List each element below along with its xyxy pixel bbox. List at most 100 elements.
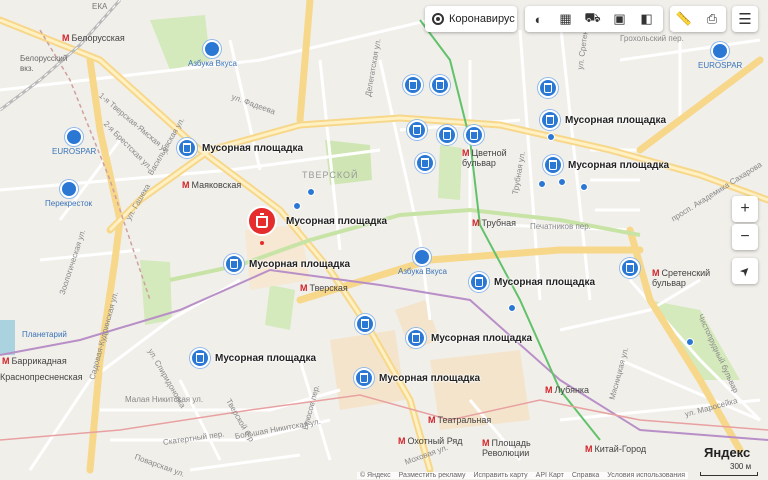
garbage-bin-icon bbox=[403, 75, 423, 95]
selected-garbage-site-label: Мусорная площадка bbox=[286, 216, 388, 227]
garbage-site-pin[interactable] bbox=[437, 125, 457, 145]
garbage-site-pin[interactable] bbox=[430, 75, 450, 95]
metro-tverskaya[interactable]: М Тверская bbox=[300, 283, 348, 293]
poi-dot[interactable] bbox=[293, 202, 301, 210]
panorama-icon[interactable]: ◧ bbox=[633, 6, 660, 32]
coronavirus-label: Коронавирус bbox=[449, 13, 515, 25]
metro-label: Театральная bbox=[437, 415, 492, 425]
tools-toolbar: 📏 ⎙ bbox=[670, 6, 726, 32]
garbage-bin-icon bbox=[540, 110, 560, 130]
poi-dot[interactable] bbox=[508, 304, 516, 312]
poi-dot[interactable] bbox=[538, 180, 546, 188]
menu-button[interactable]: ☰ bbox=[732, 6, 758, 32]
garbage-site-pin[interactable] bbox=[620, 258, 640, 278]
garbage-site-pin[interactable] bbox=[355, 314, 375, 334]
bus-icon[interactable]: ▣ bbox=[606, 6, 633, 32]
metro-icon: М bbox=[545, 385, 553, 395]
shop-azbuka-vkusa[interactable]: Азбука Вкуса bbox=[188, 40, 237, 68]
metro-tsvetnoy[interactable]: М Цветной бульвар bbox=[462, 148, 512, 168]
terms-link[interactable]: Условия использования bbox=[607, 472, 685, 479]
ruler-icon[interactable]: 📏 bbox=[670, 6, 698, 32]
garbage-bin-icon bbox=[543, 155, 563, 175]
garbage-site-pin[interactable] bbox=[464, 125, 484, 145]
map-canvas[interactable] bbox=[0, 0, 768, 480]
garbage-bin-icon bbox=[190, 348, 210, 368]
poi-dot[interactable] bbox=[307, 188, 315, 196]
garbage-site-pin[interactable]: Мусорная площадка bbox=[540, 110, 666, 130]
shop-icon bbox=[65, 128, 84, 146]
street-groholsky: Грохольский пер. bbox=[620, 34, 684, 43]
print-icon[interactable]: ⎙ bbox=[698, 6, 726, 32]
garbage-site-pin[interactable]: Мусорная площадка bbox=[190, 348, 316, 368]
selected-garbage-site-pin[interactable] bbox=[246, 205, 278, 252]
garbage-site-pin[interactable]: Мусорная площадка bbox=[224, 254, 350, 274]
garbage-site-pin[interactable]: Мусорная площадка bbox=[177, 138, 303, 158]
poi-dot[interactable] bbox=[547, 133, 555, 141]
garbage-site-pin[interactable]: Мусорная площадка bbox=[406, 328, 532, 348]
poi-dot[interactable] bbox=[686, 338, 694, 346]
poi-dot[interactable] bbox=[580, 183, 588, 191]
shop-label: Азбука Вкуса bbox=[188, 59, 237, 68]
metro-icon: М bbox=[398, 436, 406, 446]
help-link[interactable]: Справка bbox=[572, 472, 599, 479]
coronavirus-button[interactable]: Коронавирус bbox=[425, 6, 517, 32]
metro-icon: М bbox=[182, 180, 190, 190]
metro-lubyanka[interactable]: М Лубянка bbox=[545, 385, 589, 395]
garbage-site-pin[interactable]: Мусорная площадка bbox=[469, 272, 595, 292]
api-link[interactable]: API Карт bbox=[536, 472, 564, 479]
metro-label: Белорусская bbox=[71, 33, 125, 43]
locate-button[interactable]: ➤ bbox=[732, 258, 758, 284]
garbage-site-label: Мусорная площадка bbox=[215, 352, 317, 364]
metro-revolyutsii[interactable]: М Площадь Революции bbox=[482, 438, 532, 458]
metro-okhotny[interactable]: М Охотный Ряд bbox=[398, 436, 463, 446]
traffic-icon[interactable]: ◐ bbox=[525, 6, 552, 32]
poi-dot[interactable] bbox=[558, 178, 566, 186]
metro-trubnaya[interactable]: М Трубная bbox=[472, 218, 516, 228]
metro-icon: М bbox=[300, 283, 308, 293]
zoom-in-button[interactable]: + bbox=[732, 196, 758, 222]
garbage-site-pin[interactable]: Мусорная площадка bbox=[543, 155, 669, 175]
selected-pin-icon bbox=[247, 206, 277, 245]
garbage-site-pin[interactable]: Мусорная площадка bbox=[354, 368, 480, 388]
shop-label: Перекресток bbox=[45, 199, 93, 208]
map-layers-icon[interactable]: ▦ bbox=[552, 6, 579, 32]
metro-label: Китай-Город bbox=[594, 444, 647, 454]
garbage-bin-icon bbox=[407, 120, 427, 140]
garbage-bin-icon bbox=[620, 258, 640, 278]
metro-barrikadnaya[interactable]: М Баррикадная bbox=[2, 356, 67, 366]
metro-teatralnaya[interactable]: М Театральная bbox=[428, 415, 491, 425]
layers-toolbar: ◐ ▦ ⛟ ▣ ◧ bbox=[525, 6, 663, 32]
fix-map-link[interactable]: Исправить карту bbox=[474, 472, 528, 479]
shop-eurospar[interactable]: EUROSPAR bbox=[52, 128, 96, 156]
garbage-site-pin[interactable] bbox=[407, 120, 427, 140]
metro-icon: М bbox=[62, 33, 70, 43]
metro-label: Сретенский бульвар bbox=[652, 268, 711, 288]
shop-icon bbox=[59, 180, 78, 198]
garbage-site-label: Мусорная площадка bbox=[565, 114, 667, 126]
metro-icon: М bbox=[472, 218, 480, 228]
metro-icon: М bbox=[428, 415, 436, 425]
shop-perekrestok[interactable]: Перекресток bbox=[45, 180, 92, 208]
metro-sretensky[interactable]: М Сретенский бульвар bbox=[652, 268, 712, 288]
garbage-site-pin[interactable] bbox=[403, 75, 423, 95]
garbage-site-label: Мусорная площадка bbox=[249, 258, 351, 270]
metro-label: Трубная bbox=[481, 218, 517, 228]
garbage-site-label: Мусорная площадка bbox=[379, 372, 481, 384]
metro-icon: М bbox=[462, 148, 470, 158]
metro-icon: М bbox=[585, 444, 593, 454]
garbage-site-pin[interactable] bbox=[538, 78, 558, 98]
garbage-site-pin[interactable] bbox=[415, 153, 435, 173]
metro-kitay[interactable]: М Китай-Город bbox=[585, 444, 646, 454]
metro-krasnopresnenskaya[interactable]: Краснопресненская bbox=[0, 372, 83, 382]
shop-azbuka-vkusa[interactable]: Азбука Вкуса bbox=[398, 248, 447, 276]
scale-label: 300 м bbox=[730, 462, 752, 471]
garbage-bin-icon bbox=[464, 125, 484, 145]
shop-eurospar[interactable]: EUROSPAR bbox=[698, 42, 742, 70]
metro-icon: М bbox=[2, 356, 10, 366]
yandex-logo[interactable]: Яндекс bbox=[704, 445, 750, 460]
ads-link[interactable]: Разместить рекламу bbox=[399, 472, 466, 479]
zoom-out-button[interactable]: − bbox=[732, 224, 758, 250]
metro-belorusskaya[interactable]: М Белорусская bbox=[62, 33, 125, 43]
metro-mayakovskaya[interactable]: М Маяковская bbox=[182, 180, 241, 190]
transport-icon[interactable]: ⛟ bbox=[579, 6, 606, 32]
